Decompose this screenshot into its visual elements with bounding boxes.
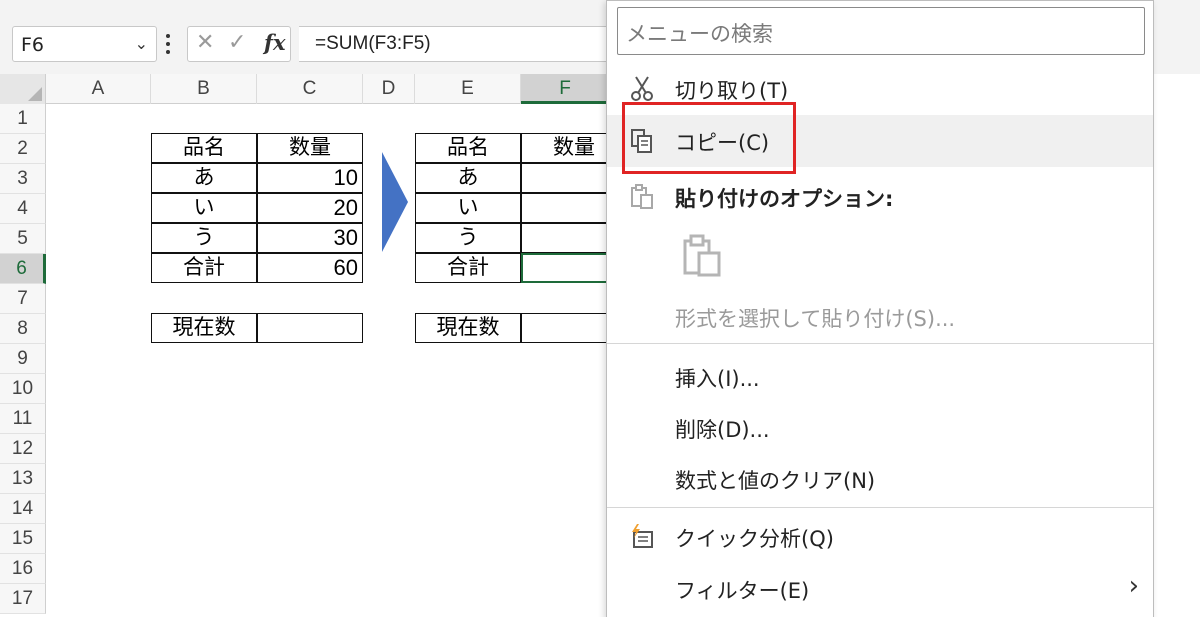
table-cell[interactable]: い: [415, 193, 521, 223]
menu-item-filter[interactable]: フィルター(E) ›: [607, 563, 1153, 615]
table-cell[interactable]: う: [151, 223, 257, 253]
row-header[interactable]: 14: [0, 494, 46, 524]
table-cell[interactable]: 10: [257, 163, 363, 193]
count-label-cell[interactable]: 現在数: [151, 313, 257, 343]
row-header[interactable]: 2: [0, 134, 46, 164]
context-menu: メニューの検索 切り取り(T) コピー(C) 貼り付けのオプション: 形式を選択…: [606, 0, 1154, 617]
name-box[interactable]: F6 ⌄: [12, 26, 157, 62]
menu-separator: [607, 343, 1153, 344]
table-cell[interactable]: い: [151, 193, 257, 223]
select-all-button[interactable]: [0, 74, 46, 104]
clipboard-icon: [631, 184, 653, 209]
menu-search-input[interactable]: メニューの検索: [617, 7, 1145, 55]
table-cell[interactable]: 合計: [415, 253, 521, 283]
quick-analysis-icon: [632, 524, 653, 548]
menu-item-insert[interactable]: 挿入(I)...: [607, 351, 1153, 403]
table-cell[interactable]: 30: [257, 223, 363, 253]
menu-item-quick-analysis[interactable]: クイック分析(Q): [607, 511, 1153, 563]
row-header[interactable]: 4: [0, 194, 46, 224]
more-options-icon[interactable]: [166, 34, 170, 54]
menu-item-label: 挿入(I)...: [675, 367, 760, 391]
row-header[interactable]: 11: [0, 404, 46, 434]
row-header[interactable]: 17: [0, 584, 46, 614]
paste-icon[interactable]: [681, 233, 725, 279]
menu-item-paste-options: 貼り付けのオプション:: [607, 171, 1153, 223]
row-header[interactable]: 8: [0, 314, 46, 344]
active-cell-highlight[interactable]: [521, 253, 611, 283]
arrow-right-icon: [382, 152, 408, 252]
row-header[interactable]: 10: [0, 374, 46, 404]
menu-search-placeholder: メニューの検索: [626, 22, 773, 46]
column-header-c[interactable]: C: [257, 74, 363, 104]
menu-item-paste-special[interactable]: 形式を選択して貼り付け(S)...: [607, 291, 1153, 343]
name-box-value: F6: [21, 34, 45, 56]
count-value-cell[interactable]: [257, 313, 363, 343]
row-header[interactable]: 13: [0, 464, 46, 494]
row-header[interactable]: 6: [0, 254, 46, 284]
column-header-b[interactable]: B: [151, 74, 257, 104]
column-header-a[interactable]: A: [46, 74, 151, 104]
table-cell[interactable]: 20: [257, 193, 363, 223]
scissors-icon: [631, 76, 653, 101]
column-header-f[interactable]: F: [521, 74, 610, 104]
menu-item-label: 数式と値のクリア(N): [675, 469, 876, 493]
table-cell[interactable]: 60: [257, 253, 363, 283]
menu-item-label: 削除(D)...: [675, 418, 770, 442]
table-header-cell[interactable]: 品名: [151, 133, 257, 163]
menu-item-label: 貼り付けのオプション:: [675, 187, 894, 211]
enter-icon[interactable]: ✓: [228, 30, 246, 55]
formula-value: =SUM(F3:F5): [315, 33, 431, 54]
menu-item-label: クイック分析(Q): [675, 527, 834, 551]
menu-item-label: 切り取り(T): [675, 79, 789, 103]
chevron-down-icon[interactable]: ⌄: [135, 34, 148, 53]
menu-separator: [607, 507, 1153, 508]
row-header[interactable]: 16: [0, 554, 46, 584]
table-header-cell[interactable]: 品名: [415, 133, 521, 163]
formula-input[interactable]: =SUM(F3:F5): [299, 26, 619, 62]
chevron-right-icon: ›: [1128, 571, 1139, 601]
row-header[interactable]: 1: [0, 104, 46, 134]
menu-item-delete[interactable]: 削除(D)...: [607, 402, 1153, 454]
table-cell[interactable]: あ: [151, 163, 257, 193]
count-label-cell[interactable]: 現在数: [415, 313, 521, 343]
column-header-row: A B C D E F: [0, 74, 610, 104]
column-header-e[interactable]: E: [415, 74, 521, 104]
row-header[interactable]: 7: [0, 284, 46, 314]
table-cell[interactable]: 合計: [151, 253, 257, 283]
row-header[interactable]: 12: [0, 434, 46, 464]
row-header[interactable]: 3: [0, 164, 46, 194]
copy-highlight-box: [622, 102, 796, 174]
table-header-cell[interactable]: 数量: [257, 133, 363, 163]
table-cell[interactable]: う: [415, 223, 521, 253]
column-header-d[interactable]: D: [363, 74, 415, 104]
row-header[interactable]: 15: [0, 524, 46, 554]
formula-buttons: ✕ ✓ fx: [187, 26, 291, 62]
insert-function-icon[interactable]: fx: [264, 30, 286, 55]
row-header[interactable]: 9: [0, 344, 46, 374]
row-header[interactable]: 5: [0, 224, 46, 254]
menu-item-label: 形式を選択して貼り付け(S)...: [675, 307, 956, 331]
menu-item-clear-contents[interactable]: 数式と値のクリア(N): [607, 453, 1153, 505]
table-cell[interactable]: あ: [415, 163, 521, 193]
menu-item-label: フィルター(E): [675, 579, 810, 603]
cancel-icon[interactable]: ✕: [196, 30, 214, 55]
